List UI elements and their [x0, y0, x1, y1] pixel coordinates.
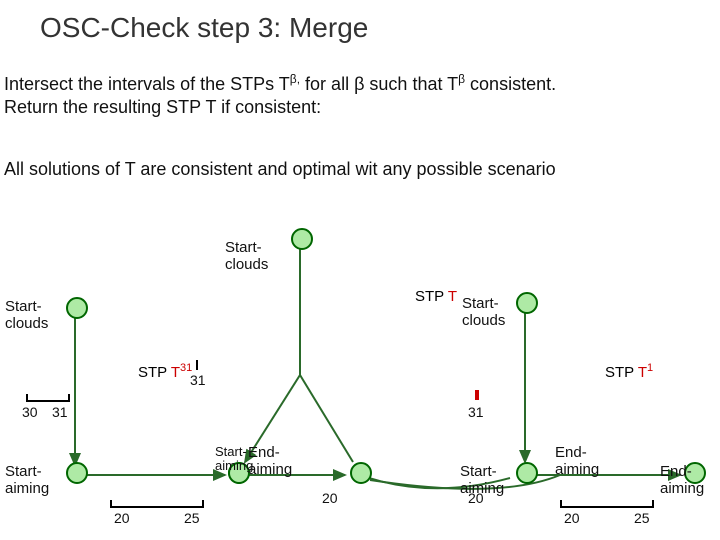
stp-word: STP	[415, 288, 448, 305]
stp-t1-label: STP T1	[605, 362, 653, 381]
p1-e: consistent.	[465, 74, 556, 94]
interval-bracket	[110, 500, 204, 508]
label-start-clouds: Start- clouds	[225, 240, 268, 273]
stp-t: T	[171, 364, 180, 381]
intro-text: Intersect the intervals of the STPs Tβ, …	[4, 72, 716, 120]
num-30: 30	[22, 404, 38, 420]
num-20: 20	[564, 510, 580, 526]
p1-b: β,	[290, 72, 300, 86]
node-end-aiming	[350, 462, 372, 484]
num-25: 25	[184, 510, 200, 526]
p1-a: Intersect the intervals of the STPs T	[4, 74, 290, 94]
stp-t31-label: STP T31	[138, 362, 192, 381]
stp-word: STP	[138, 364, 171, 381]
interval-bracket	[560, 500, 654, 508]
node-start-clouds	[291, 228, 313, 250]
num-31: 31	[52, 404, 68, 420]
tick-mark	[196, 360, 198, 370]
interval-bracket	[26, 394, 70, 402]
p1-line2: Return the resulting STP T if consistent…	[4, 97, 321, 117]
tick-mark	[475, 390, 479, 400]
node-start-clouds	[516, 292, 538, 314]
page-title: OSC-Check step 3: Merge	[40, 12, 368, 44]
stp-t-label: STP T	[415, 288, 457, 305]
num-31: 31	[190, 372, 206, 388]
stp-t: T	[638, 364, 647, 381]
num-31: 31	[468, 404, 484, 420]
num-25: 25	[634, 510, 650, 526]
label-start-clouds: Start- clouds	[5, 299, 48, 332]
stp-t: T	[448, 288, 457, 305]
result-text: All solutions of T are consistent and op…	[4, 158, 716, 181]
label-end-aiming: End- aiming	[660, 464, 704, 497]
num-20: 20	[114, 510, 130, 526]
num-20: 20	[468, 490, 484, 506]
label-start-aiming: Start- aiming	[215, 445, 253, 474]
node-start-aiming	[66, 462, 88, 484]
label-start-aiming: Start- aiming	[5, 464, 49, 497]
label-end-aiming: End- aiming	[248, 445, 292, 478]
node-start-aiming	[516, 462, 538, 484]
label-end-aiming: End- aiming	[555, 445, 599, 478]
stp-word: STP	[605, 364, 638, 381]
p1-d: β	[458, 72, 465, 86]
stp-t-exp: 1	[647, 362, 653, 374]
p1-c: for all β such that T	[300, 74, 458, 94]
num-20: 20	[322, 490, 338, 506]
label-start-clouds: Start- clouds	[462, 296, 505, 329]
node-start-clouds	[66, 297, 88, 319]
